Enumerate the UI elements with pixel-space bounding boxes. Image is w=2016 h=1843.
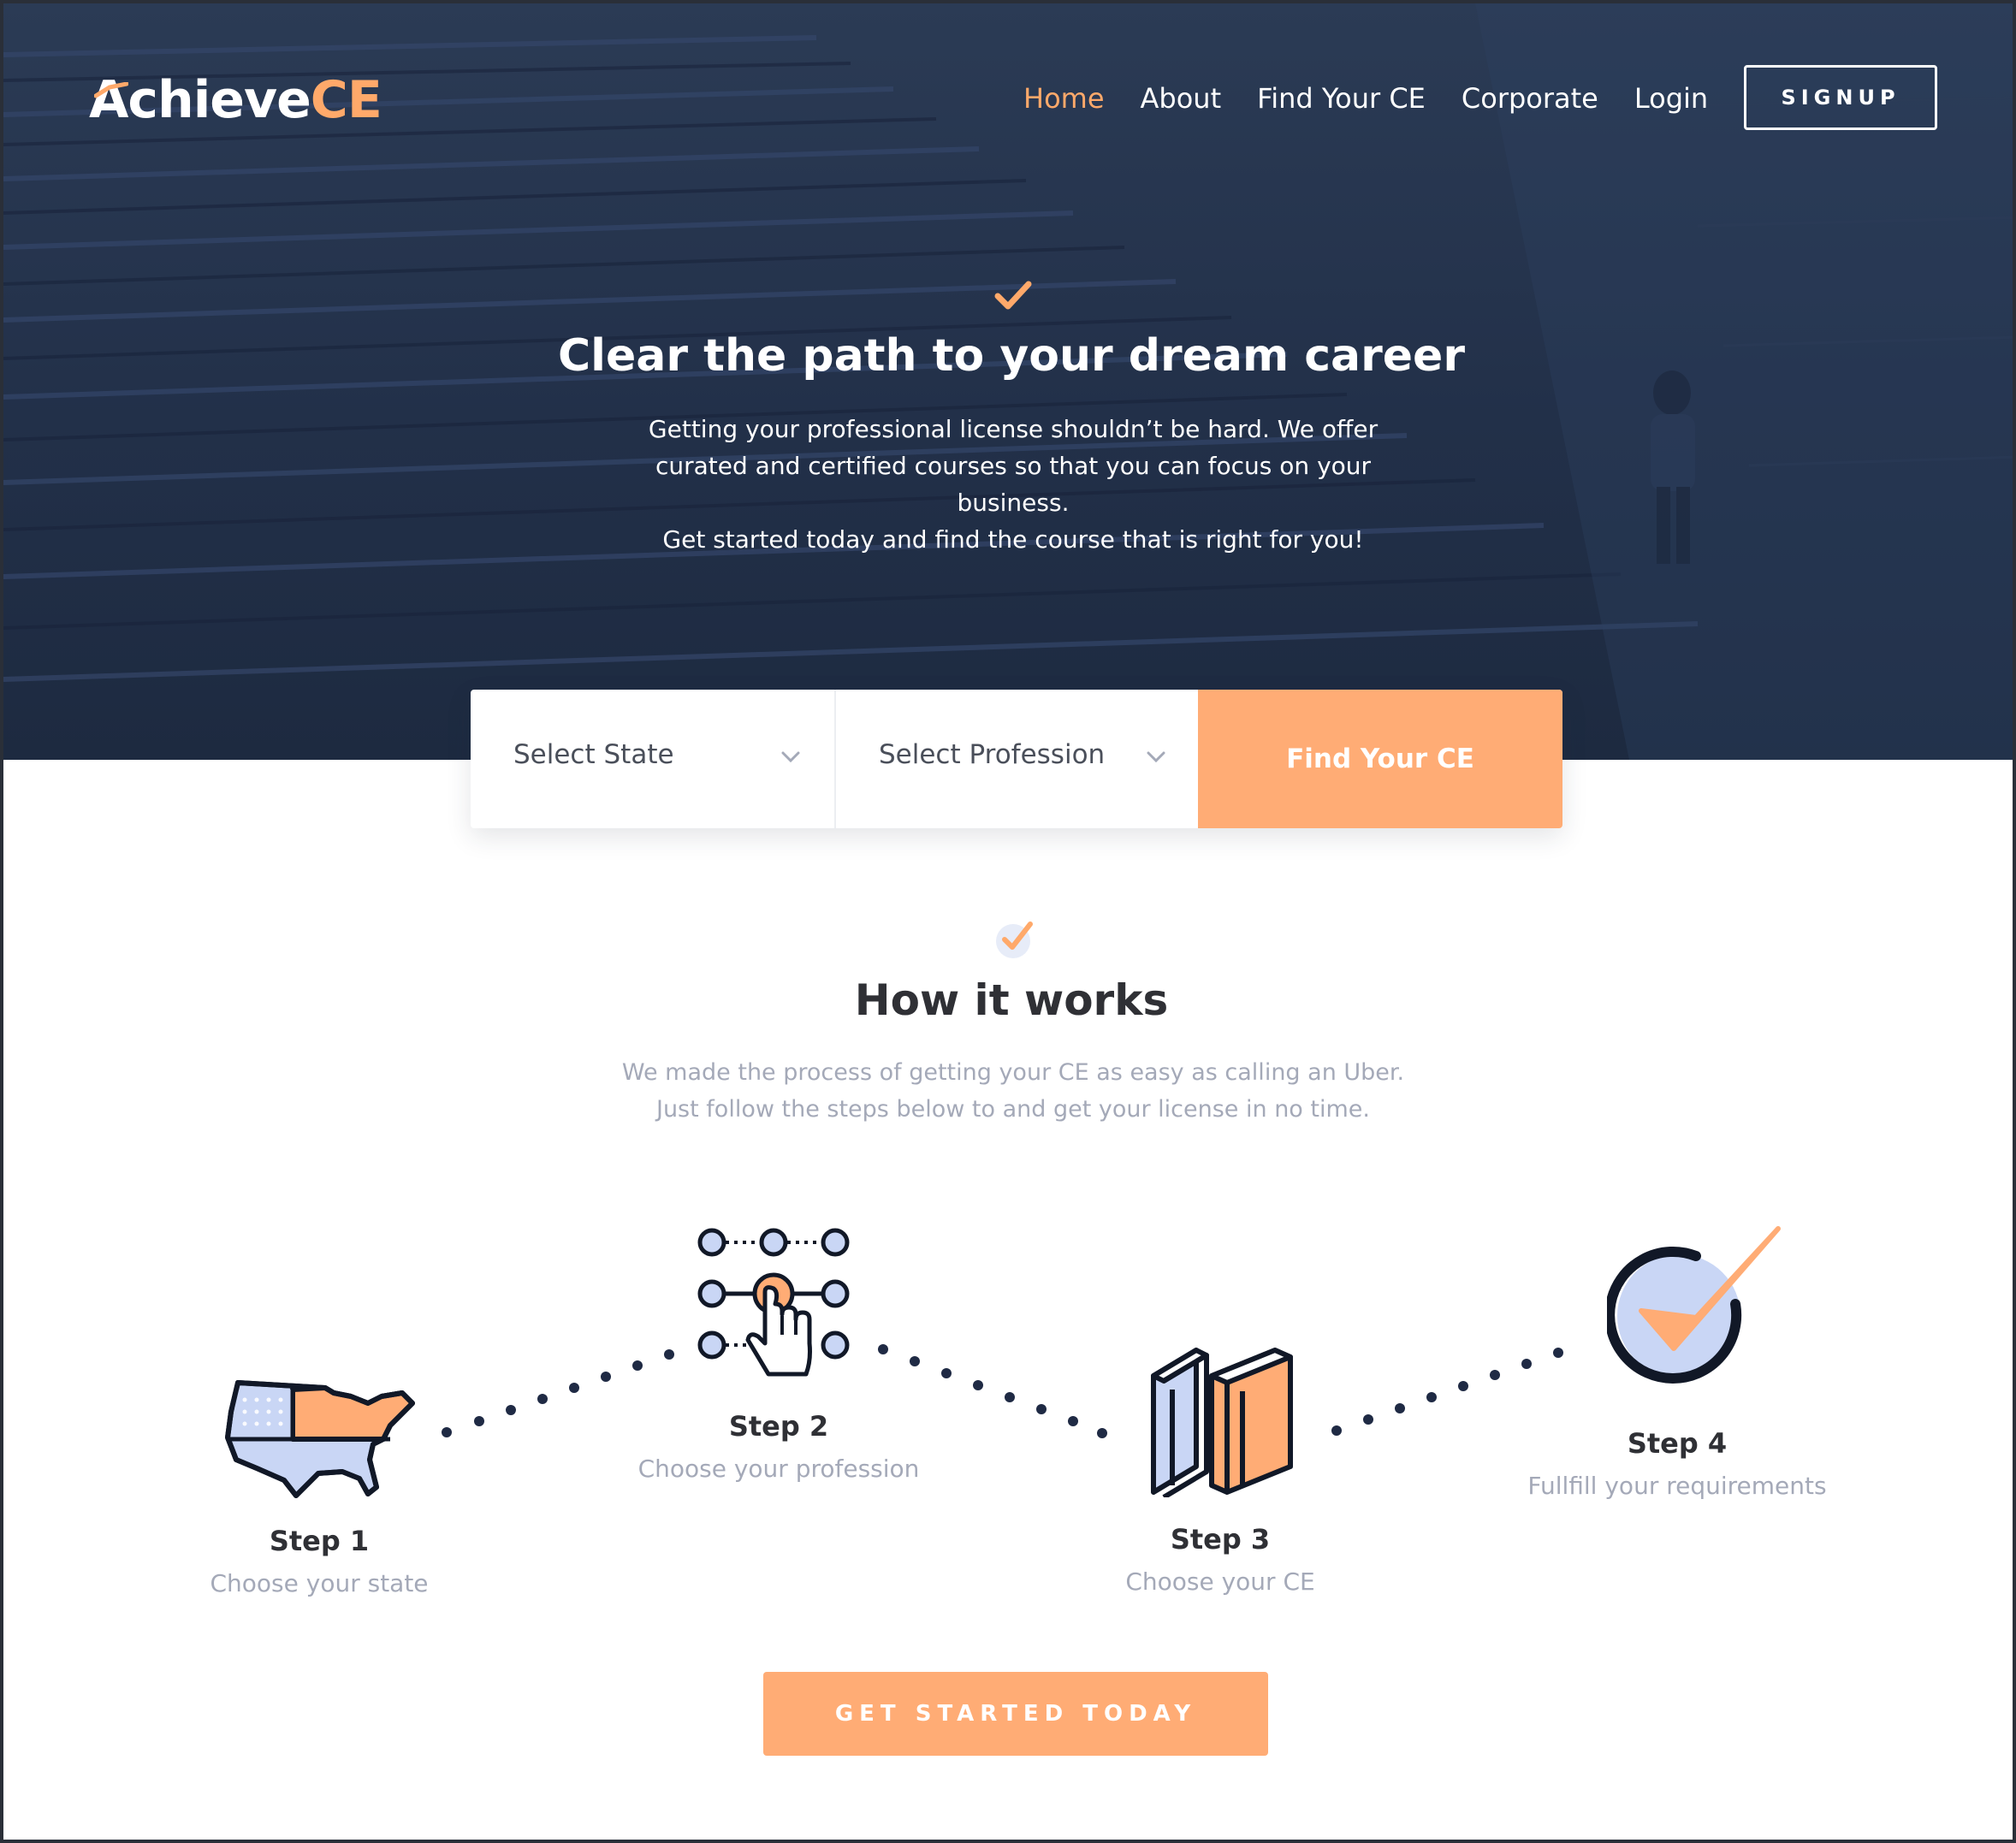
check-icon: [994, 281, 1032, 310]
check-circle-icon: [1607, 1226, 1781, 1384]
step-2-title: Step 2: [728, 1410, 829, 1443]
books-icon: [1151, 1348, 1293, 1497]
nav-corporate[interactable]: Corporate: [1462, 82, 1598, 115]
how-it-works-description-line: Just follow the steps below to and get y…: [655, 1096, 1370, 1123]
profession-select[interactable]: Select Profession: [836, 690, 1200, 828]
find-your-ce-button[interactable]: Find Your CE: [1198, 690, 1562, 828]
main-nav: Home About Find Your CE Corporate Login: [1023, 75, 1744, 121]
logo-text-accent: CE: [310, 70, 382, 130]
hero-description-line: Get started today and find the course th…: [662, 525, 1364, 554]
how-it-works-description-line: We made the process of getting your CE a…: [621, 1059, 1405, 1086]
bottom-border: [3, 1840, 2016, 1843]
step-3-title: Step 3: [1170, 1523, 1271, 1556]
step-1-subtitle: Choose your state: [210, 1569, 429, 1597]
us-map-icon: [225, 1380, 415, 1498]
check-badge-icon: [996, 922, 1033, 958]
hero-title: Clear the path to your dream career: [558, 330, 1465, 382]
logo[interactable]: AchieveCE: [89, 70, 382, 130]
how-it-works-title: How it works: [854, 975, 1169, 1025]
selection-grid-icon: [697, 1228, 850, 1377]
hero-description: Getting your professional license should…: [602, 411, 1424, 558]
logo-text-primary: Achieve: [89, 70, 311, 130]
state-select[interactable]: Select State: [471, 690, 836, 828]
hero-description-line: curated and certified courses so that yo…: [655, 452, 1372, 517]
get-started-button[interactable]: GET STARTED TODAY: [763, 1672, 1268, 1756]
step-4-title: Step 4: [1627, 1427, 1728, 1460]
nav-home[interactable]: Home: [1023, 82, 1105, 115]
nav-about[interactable]: About: [1141, 82, 1222, 115]
step-4-subtitle: Fullfill your requirements: [1527, 1472, 1827, 1500]
nav-login[interactable]: Login: [1634, 82, 1708, 115]
chevron-down-icon: [1147, 751, 1165, 763]
profession-select-placeholder: Select Profession: [879, 739, 1106, 770]
state-select-placeholder: Select State: [513, 739, 674, 770]
step-1-title: Step 1: [269, 1525, 370, 1557]
nav-find-your-ce[interactable]: Find Your CE: [1257, 82, 1426, 115]
signup-button[interactable]: SIGNUP: [1744, 65, 1937, 130]
logo-swoosh-icon: [94, 82, 128, 98]
hero-section: AchieveCE Home About Find Your CE Corpor…: [3, 3, 2013, 760]
hero-description-line: Getting your professional license should…: [648, 415, 1379, 443]
how-it-works-description: We made the process of getting your CE a…: [585, 1054, 1441, 1128]
page: AchieveCE Home About Find Your CE Corpor…: [0, 0, 2016, 1843]
chevron-down-icon: [781, 751, 800, 763]
step-3-subtitle: Choose your CE: [1125, 1567, 1315, 1596]
course-search-bar: Select State Select Profession Find Your…: [471, 690, 1562, 828]
step-2-subtitle: Choose your profession: [637, 1455, 920, 1483]
